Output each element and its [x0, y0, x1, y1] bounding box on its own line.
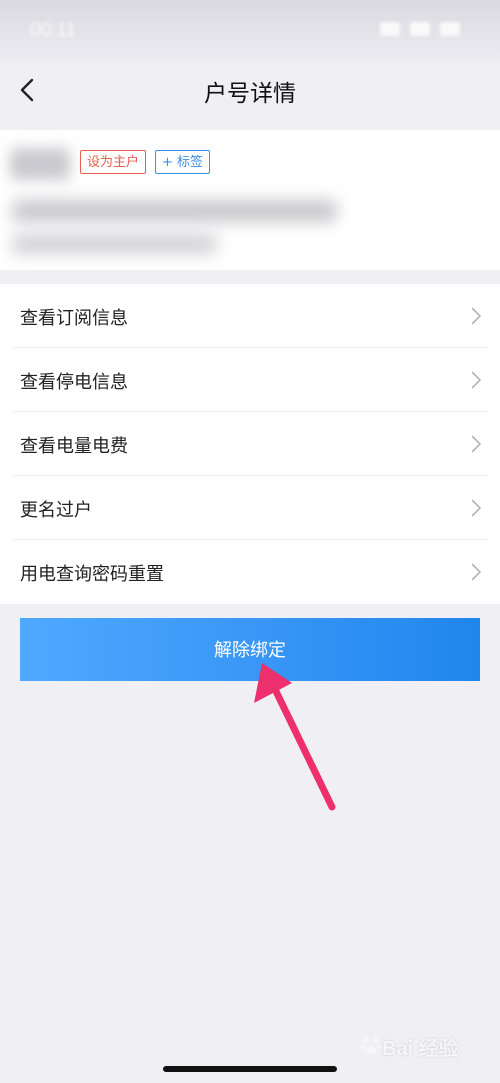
chevron-right-icon	[471, 435, 482, 453]
watermark: Bai 经验	[360, 1026, 480, 1062]
menu-item-outage-info[interactable]: 查看停电信息	[0, 348, 500, 412]
home-indicator	[163, 1066, 337, 1072]
status-icons	[380, 22, 460, 36]
wifi-icon	[410, 22, 430, 36]
menu-item-rename-transfer[interactable]: 更名过户	[0, 476, 500, 540]
menu-item-label: 查看停电信息	[20, 372, 128, 393]
battery-icon	[440, 22, 460, 36]
watermark-text: Bai 经验	[382, 1038, 459, 1060]
menu-item-usage-fees[interactable]: 查看电量电费	[0, 412, 500, 476]
unbind-button[interactable]: 解除绑定	[20, 618, 480, 681]
signal-icon	[380, 22, 400, 36]
paw-icon	[360, 1037, 382, 1054]
chevron-right-icon	[471, 563, 482, 581]
nav-bar: 户号详情	[0, 62, 500, 130]
menu-item-password-reset[interactable]: 用电查询密码重置	[0, 540, 500, 604]
add-tag-button[interactable]: + 标签	[155, 150, 211, 174]
menu-item-subscription-info[interactable]: 查看订阅信息	[0, 284, 500, 348]
menu-item-label: 查看电量电费	[20, 436, 128, 457]
account-name-redacted	[10, 148, 70, 180]
status-bar: 00:11	[0, 0, 500, 62]
chevron-right-icon	[471, 499, 482, 517]
page-title: 户号详情	[204, 81, 296, 107]
account-number-redacted	[12, 234, 217, 254]
status-time: 00:11	[30, 20, 77, 41]
chevron-right-icon	[471, 371, 482, 389]
account-address-redacted	[12, 200, 337, 222]
chevron-right-icon	[471, 307, 482, 325]
set-primary-tag[interactable]: 设为主户	[80, 150, 147, 174]
menu-item-label: 更名过户	[20, 500, 92, 521]
account-menu: 查看订阅信息 查看停电信息 查看电量电费 更名过户 用电查询密码重置	[0, 284, 500, 604]
menu-item-label: 查看订阅信息	[20, 308, 128, 329]
account-card: 设为主户 + 标签	[0, 130, 500, 270]
menu-item-label: 用电查询密码重置	[20, 564, 164, 585]
